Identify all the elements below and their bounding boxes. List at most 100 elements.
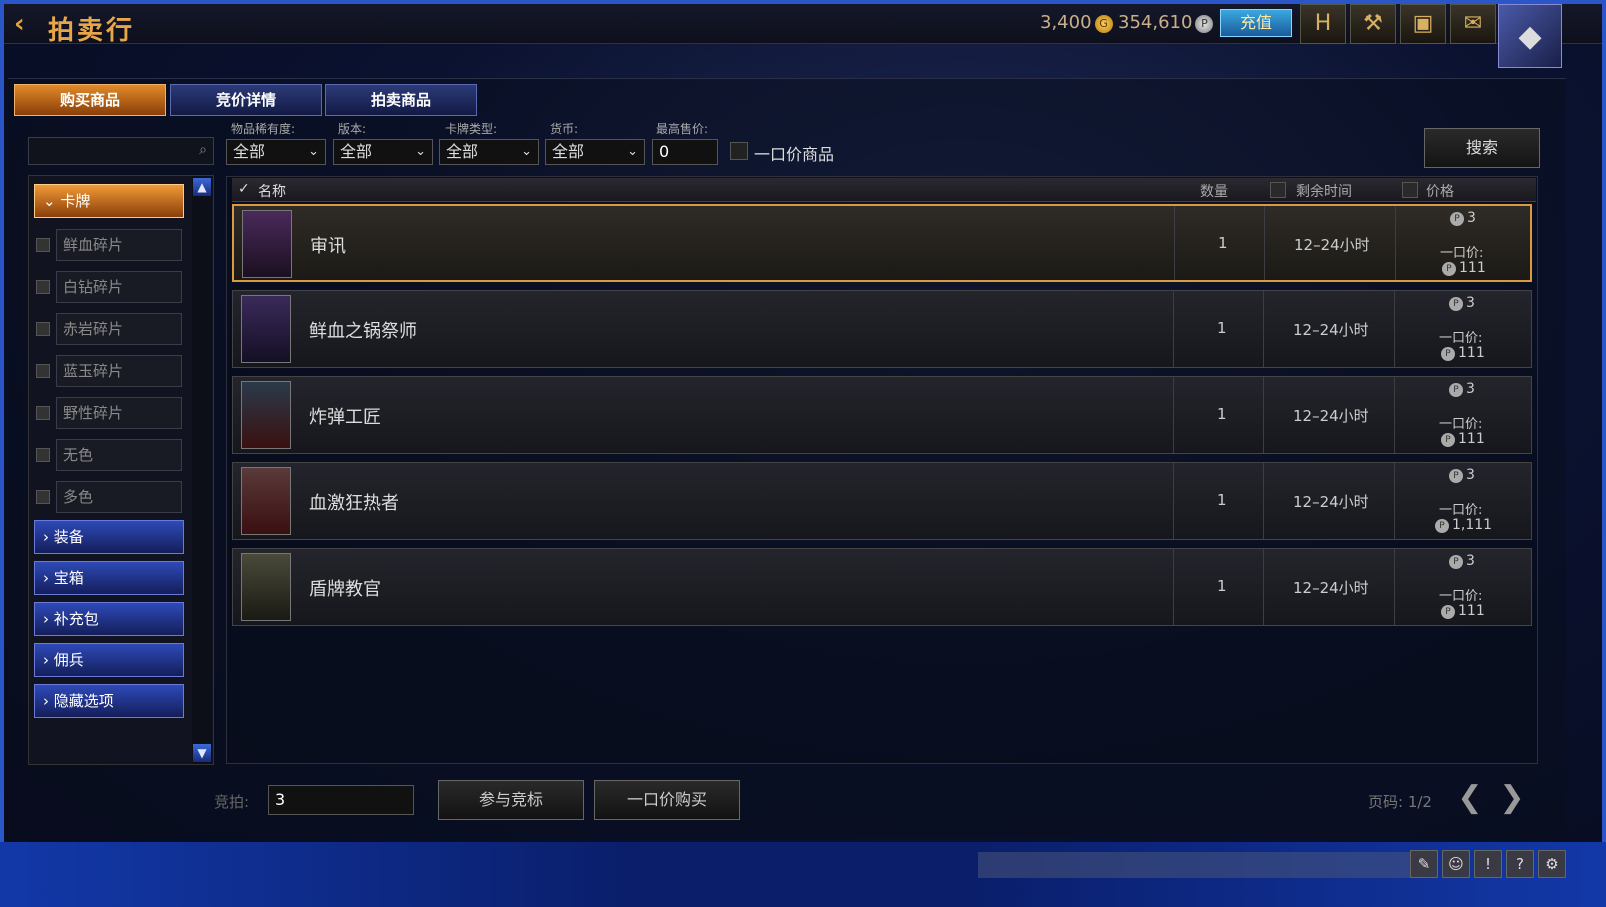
plat-coin-icon: P: [1450, 212, 1464, 226]
category-label: 宝箱: [53, 569, 84, 587]
table-row[interactable]: 鲜血之锅祭师 1 12–24小时 P3 一口价: P 111: [232, 290, 1532, 368]
player-avatar[interactable]: ◆: [1498, 4, 1562, 68]
search-input[interactable]: ⌕: [28, 137, 214, 165]
bid-input[interactable]: 3: [268, 785, 414, 815]
filter-shard-diamond[interactable]: 白钻碎片: [36, 271, 182, 303]
plat-coin-icon: P: [1435, 519, 1449, 533]
card-type-select[interactable]: 全部 ⌄: [439, 139, 539, 165]
name-sort-check-icon[interactable]: ✓: [238, 181, 250, 197]
search-button[interactable]: 搜索: [1424, 128, 1540, 168]
buyout-label: 一口价:: [1439, 417, 1483, 432]
filter-shard-blood[interactable]: 鲜血碎片: [36, 229, 182, 261]
table-row[interactable]: 审讯 1 12–24小时 P3 一口价: P 111: [232, 204, 1532, 282]
filter-shard-ruby[interactable]: 赤岩碎片: [36, 313, 182, 345]
bid-label: 竞拍:: [214, 793, 250, 811]
table-row[interactable]: 盾牌教官 1 12–24小时 P3 一口价: P 111: [232, 548, 1532, 626]
card-thumbnail: [241, 381, 291, 449]
category-packs[interactable]: › 补充包: [34, 602, 184, 636]
tab-bids[interactable]: 竞价详情: [170, 84, 322, 116]
card-name: 鲜血之锅祭师: [309, 321, 417, 342]
buyout-only-label: 一口价商品: [754, 145, 835, 164]
place-bid-button[interactable]: 参与竞标: [438, 780, 584, 820]
category-label: 卡牌: [60, 192, 91, 210]
filter-checkbox[interactable]: [36, 280, 50, 294]
next-page-icon[interactable]: ❯: [1494, 782, 1530, 816]
buyout-value: 1,111: [1452, 517, 1493, 533]
filter-multicolor[interactable]: 多色: [36, 481, 182, 513]
table-row[interactable]: 血激狂热者 1 12–24小时 P3 一口价: P 1,111: [232, 462, 1532, 540]
col-name[interactable]: 名称: [258, 181, 286, 201]
scroll-up-icon[interactable]: ▲: [193, 178, 211, 196]
filter-shard-sapphire[interactable]: 蓝玉碎片: [36, 355, 182, 387]
filter-checkbox[interactable]: [36, 238, 50, 252]
card-type-value: 全部: [446, 142, 479, 161]
prev-page-icon[interactable]: ❮: [1452, 782, 1488, 816]
recharge-button[interactable]: 充值: [1220, 9, 1292, 37]
plat-coin-icon: P: [1449, 383, 1463, 397]
quantity-value: 1: [1217, 577, 1227, 595]
card-name: 炸弹工匠: [309, 407, 381, 428]
cell-divider: [1264, 206, 1265, 280]
buyout-label: 一口价:: [1439, 503, 1483, 518]
version-select[interactable]: 全部 ⌄: [333, 139, 433, 165]
filter-checkbox[interactable]: [36, 322, 50, 336]
time-left-value: 12–24小时: [1294, 236, 1370, 254]
category-equipment[interactable]: › 装备: [34, 520, 184, 554]
hero-icon[interactable]: H: [1300, 4, 1346, 44]
bid-value: 3: [1466, 467, 1475, 483]
buyout-price: P 111: [1441, 431, 1485, 447]
category-chests[interactable]: › 宝箱: [34, 561, 184, 595]
mail-icon[interactable]: ✉: [1450, 4, 1496, 44]
chat-icon[interactable]: ✎: [1410, 850, 1438, 878]
category-mercenaries[interactable]: › 佣兵: [34, 643, 184, 677]
filter-label: 野性碎片: [56, 397, 182, 429]
chest-icon[interactable]: ▣: [1400, 4, 1446, 44]
rarity-select[interactable]: 全部 ⌄: [226, 139, 326, 165]
card-name: 审讯: [310, 236, 346, 257]
hammer-icon[interactable]: ⚒: [1350, 4, 1396, 44]
friends-icon[interactable]: ☺: [1442, 850, 1470, 878]
buyout-only-checkbox[interactable]: [730, 142, 748, 160]
plat-balance: 354,610 P: [1118, 12, 1214, 33]
filter-checkbox[interactable]: [36, 448, 50, 462]
filter-colorless[interactable]: 无色: [36, 439, 182, 471]
filter-checkbox[interactable]: [36, 406, 50, 420]
page-indicator: 页码: 1/2: [1368, 793, 1432, 811]
chat-input[interactable]: [978, 852, 1410, 878]
filter-label: 鲜血碎片: [56, 229, 182, 261]
cell-divider: [1263, 463, 1264, 539]
category-label: 装备: [53, 528, 84, 546]
col-quantity[interactable]: 数量: [1200, 181, 1228, 201]
alert-icon[interactable]: !: [1474, 850, 1502, 878]
help-icon[interactable]: ?: [1506, 850, 1534, 878]
table-row[interactable]: 炸弹工匠 1 12–24小时 P3 一口价: P 111: [232, 376, 1532, 454]
price-sort-checkbox[interactable]: [1402, 182, 1418, 198]
time-sort-checkbox[interactable]: [1270, 182, 1286, 198]
buyout-value: 111: [1458, 603, 1485, 619]
plat-coin-icon: P: [1441, 347, 1455, 361]
buyout-value: 111: [1458, 345, 1485, 361]
currency-select[interactable]: 全部 ⌄: [545, 139, 645, 165]
category-cards[interactable]: ⌄ 卡牌: [34, 184, 184, 218]
bid-value: 3: [1466, 553, 1475, 569]
buyout-label: 一口价:: [1439, 331, 1483, 346]
buyout-button[interactable]: 一口价购买: [594, 780, 740, 820]
cell-divider: [1174, 206, 1175, 280]
tab-sell[interactable]: 拍卖商品: [325, 84, 477, 116]
max-price-input[interactable]: 0: [652, 139, 718, 165]
scroll-down-icon[interactable]: ▼: [193, 744, 211, 762]
sidebar-scrollbar[interactable]: [192, 176, 212, 764]
filter-checkbox[interactable]: [36, 490, 50, 504]
filter-shard-wild[interactable]: 野性碎片: [36, 397, 182, 429]
quantity-value: 1: [1217, 491, 1227, 509]
filter-checkbox[interactable]: [36, 364, 50, 378]
col-price[interactable]: 价格: [1426, 181, 1454, 201]
col-time-left[interactable]: 剩余时间: [1296, 181, 1352, 201]
card-type-label: 卡牌类型:: [445, 122, 498, 136]
tab-buy[interactable]: 购买商品: [14, 84, 166, 116]
category-label: 隐藏选项: [53, 692, 114, 710]
bid-price: P3: [1449, 467, 1475, 483]
back-arrow-icon[interactable]: ‹: [14, 10, 38, 38]
gear-icon[interactable]: ⚙: [1538, 850, 1566, 878]
category-hidden[interactable]: › 隐藏选项: [34, 684, 184, 718]
